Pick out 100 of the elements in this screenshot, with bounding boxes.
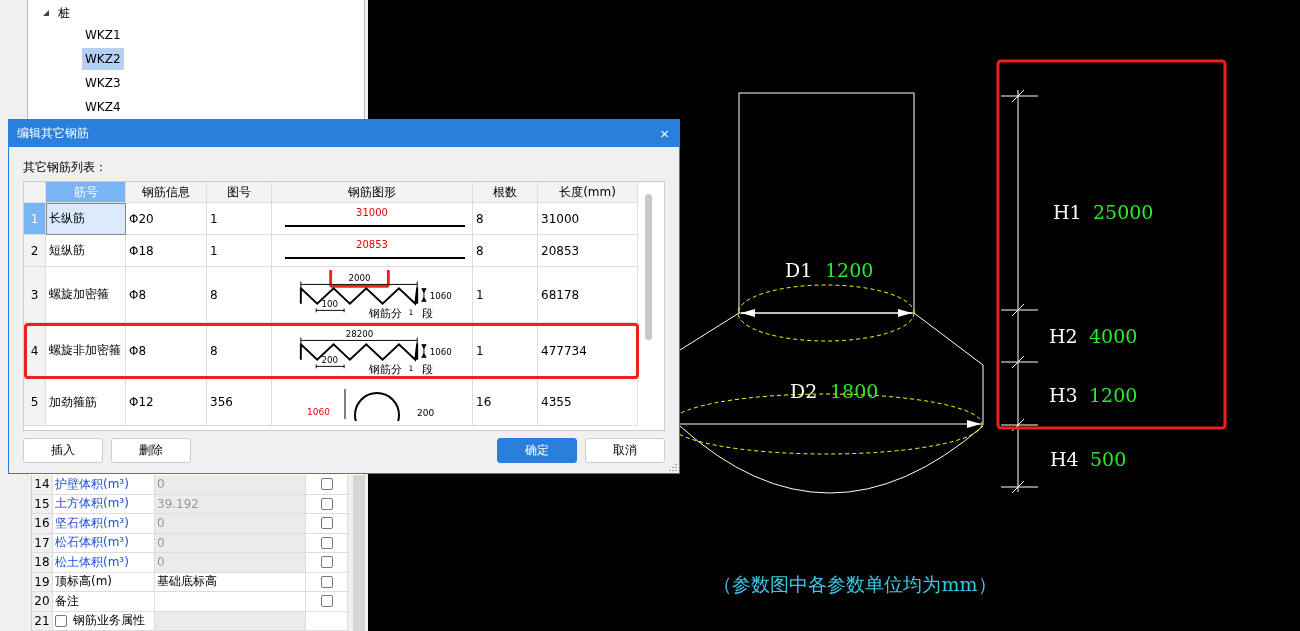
segment-count: 1	[408, 307, 414, 317]
row-number[interactable]: 4	[24, 323, 46, 379]
property-name: 备注	[53, 592, 155, 611]
property-name: 坚石体积(m³)	[53, 514, 155, 533]
expand-triangle-icon[interactable]	[42, 9, 50, 17]
table-cell: Φ8	[126, 323, 207, 379]
row-number[interactable]: 2	[24, 235, 46, 267]
parameter-value: 4000	[1089, 325, 1138, 347]
dialog-button[interactable]: 取消	[585, 438, 665, 463]
dimension-label: 200	[417, 408, 435, 418]
table-cell: 16	[473, 379, 538, 426]
parameter-value: 1200	[825, 259, 874, 281]
dimension-label: 1060	[307, 407, 330, 417]
list-label: 其它钢筋列表：	[23, 159, 108, 176]
scrollbar-thumb[interactable]	[644, 194, 652, 340]
table-cell[interactable]: 短纵筋	[46, 235, 126, 267]
dimension-line	[315, 363, 345, 369]
close-button[interactable]: ×	[658, 125, 671, 142]
resize-grip-icon[interactable]	[669, 463, 677, 471]
table-cell: 68178	[538, 267, 638, 323]
column-header[interactable]: 钢筋信息	[126, 182, 207, 203]
property-name: 钢筋业务属性	[73, 612, 145, 630]
dimension-label: 1060	[429, 290, 452, 301]
tree-item[interactable]: WKZ1	[82, 24, 124, 46]
dialog-button[interactable]: 删除	[111, 438, 191, 463]
table-cell: 8	[207, 323, 272, 379]
segment-label: 钢筋分	[369, 362, 403, 375]
row-number[interactable]: 5	[24, 379, 46, 426]
dimension-label: 28200	[345, 328, 374, 339]
checkbox[interactable]	[320, 536, 333, 549]
parameter-value: 1800	[830, 380, 879, 402]
tree-item[interactable]: 桩	[58, 4, 70, 22]
scrollbar[interactable]	[353, 475, 365, 631]
table-cell: 356	[207, 379, 272, 426]
tree-item[interactable]: WKZ2	[82, 48, 124, 70]
parameter-value: 1200	[1089, 384, 1138, 406]
segment-label: 钢筋分	[369, 306, 403, 319]
table-cell[interactable]: 加劲箍筋	[46, 379, 126, 426]
table-cell: Φ12	[126, 379, 207, 426]
table-cell: 8	[473, 235, 538, 267]
table-cell: Φ8	[126, 267, 207, 323]
table-cell: 477734	[538, 323, 638, 379]
dimension-label: 2000	[348, 272, 371, 283]
drawing-caption: （参数图中各参数单位均为mm）	[713, 573, 997, 595]
row-number: 14	[32, 475, 53, 494]
parameter-name: H1	[1053, 201, 1082, 223]
table-cell: Φ20	[126, 203, 207, 235]
checkbox[interactable]	[320, 556, 333, 569]
table-cell: 1	[207, 203, 272, 235]
height-arrow	[421, 287, 427, 302]
segment-count: 1	[408, 363, 414, 373]
parameter-name: D1	[785, 259, 813, 281]
checkbox[interactable]	[320, 575, 333, 588]
table-cell: 20853	[538, 235, 638, 267]
property-name: 护壁体积(m³)	[53, 475, 155, 494]
segment-unit: 段	[422, 362, 433, 375]
column-header[interactable]: 长度(mm)	[538, 182, 638, 203]
table-cell: 1	[473, 267, 538, 323]
parameter-name: H4	[1050, 448, 1079, 470]
table-cell[interactable]: 螺旋非加密箍	[46, 323, 126, 379]
row-number[interactable]: 3	[24, 267, 46, 323]
table-cell: 1	[207, 235, 272, 267]
checkbox[interactable]	[320, 478, 333, 491]
tree-item[interactable]: WKZ3	[82, 72, 124, 94]
table-cell: 1	[473, 323, 538, 379]
parameter-name: D2	[790, 380, 818, 402]
table-cell: 8	[207, 267, 272, 323]
parameter-name: H3	[1049, 384, 1078, 406]
parameter-name: H2	[1049, 325, 1078, 347]
confirm-button[interactable]: 确定	[497, 438, 577, 463]
height-arrow	[421, 343, 427, 358]
row-number: 20	[32, 592, 53, 611]
dimension-label: 100	[321, 298, 338, 309]
checkbox[interactable]	[320, 595, 333, 608]
row-number: 16	[32, 514, 53, 533]
property-name: 松土体积(m³)	[53, 553, 155, 572]
checkbox[interactable]	[320, 497, 333, 510]
row-number: 18	[32, 553, 53, 572]
table-cell[interactable]: 螺旋加密箍	[46, 267, 126, 323]
column-header[interactable]: 图号	[207, 182, 272, 203]
checkbox[interactable]	[320, 517, 333, 530]
segment-unit: 段	[422, 306, 433, 319]
dialog-button[interactable]: 插入	[23, 438, 103, 463]
table-cell: Φ18	[126, 235, 207, 267]
table-cell: 8	[473, 203, 538, 235]
length-label: 31000	[356, 206, 388, 218]
column-header[interactable]: 根数	[473, 182, 538, 203]
dialog-title: 编辑其它钢筋	[17, 125, 89, 142]
column-header[interactable]: 钢筋图形	[272, 182, 473, 203]
ring-drawing	[344, 388, 400, 421]
table-cell: 4355	[538, 379, 638, 426]
table-cell[interactable]: 长纵筋	[46, 203, 126, 235]
dimension-line	[315, 307, 345, 313]
tree-item[interactable]: WKZ4	[82, 96, 124, 118]
expand-box[interactable]	[55, 614, 67, 627]
table-cell: 31000	[538, 203, 638, 235]
length-label: 20853	[356, 238, 388, 250]
dimension-label: 200	[321, 354, 338, 365]
parameter-value: 500	[1090, 448, 1127, 470]
dimension-label: 1060	[429, 346, 452, 357]
